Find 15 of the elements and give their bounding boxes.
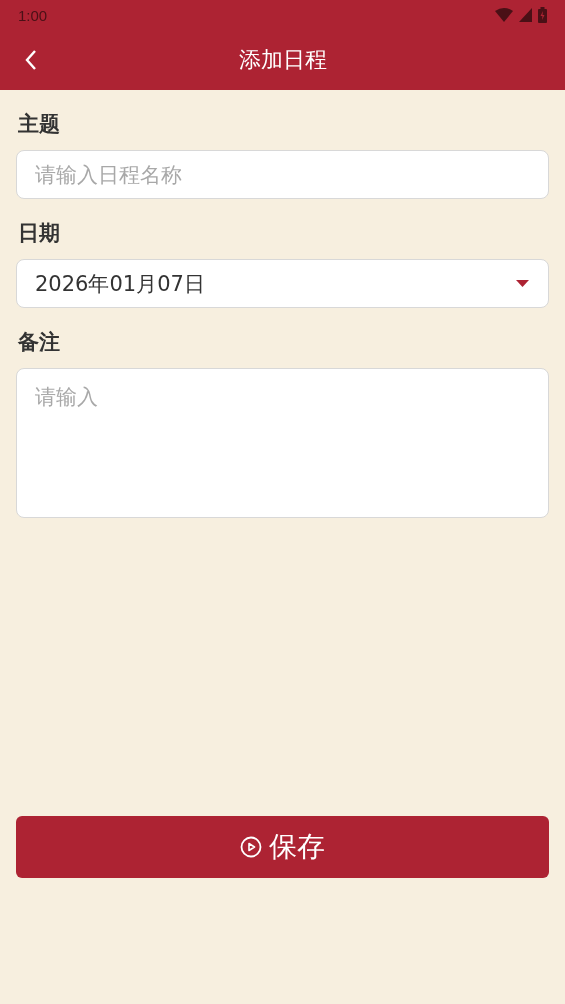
- field-label: 日期: [18, 220, 60, 247]
- play-circle-icon: [240, 836, 262, 858]
- date-dropdown[interactable]: 2026年01月07日: [16, 259, 549, 308]
- field-label: 主题: [18, 111, 60, 138]
- subject-input[interactable]: 请输入日程名称: [16, 150, 549, 199]
- signal-icon: [519, 8, 532, 22]
- save-button[interactable]: 保存: [16, 816, 549, 878]
- wifi-icon: [495, 8, 513, 22]
- field-label: 备注: [18, 329, 60, 356]
- back-button[interactable]: [24, 49, 38, 71]
- note-input[interactable]: 请输入: [16, 368, 549, 518]
- caret-icon: [516, 279, 529, 288]
- status-time: 1:00: [18, 6, 48, 24]
- battery-icon: [538, 7, 547, 23]
- page-title: 添加日程: [238, 46, 327, 74]
